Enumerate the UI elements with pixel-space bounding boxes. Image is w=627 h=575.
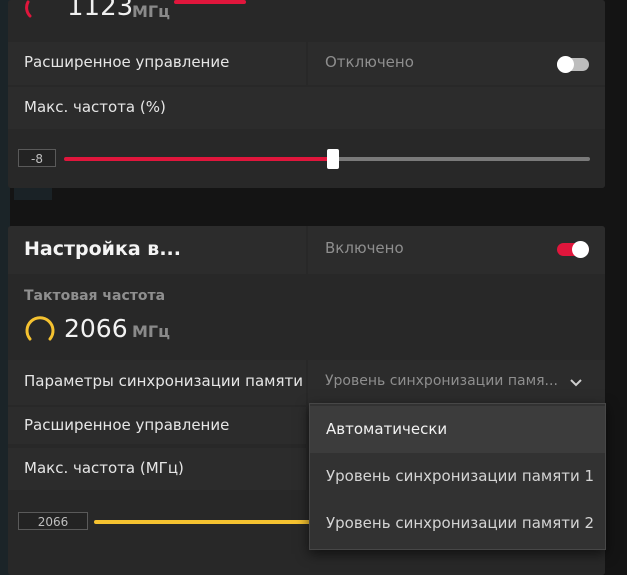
vram-clock-value: 2066 <box>64 314 128 343</box>
dropdown-option-level-1[interactable]: Уровень синхронизации памяти 1 <box>310 453 605 500</box>
vram-advanced-label-cell: Расширенное управление <box>8 407 306 444</box>
memory-timing-label: Параметры синхронизации памяти <box>24 372 304 390</box>
max-freq-label: Макс. частота (%) <box>24 98 166 116</box>
slider-fill <box>64 157 334 161</box>
background-strip <box>14 186 52 200</box>
vram-slider-fill <box>94 520 314 524</box>
clock-unit: МГц <box>132 2 170 21</box>
vram-max-freq-value-box[interactable]: 2066 <box>18 512 88 530</box>
vram-tuning-toggle[interactable] <box>557 241 589 258</box>
dropdown-option-auto[interactable]: Автоматически <box>310 406 605 453</box>
vram-advanced-control-label: Расширенное управление <box>24 416 230 434</box>
toggle-knob <box>557 56 574 73</box>
max-freq-row: Макс. частота (%) <box>8 87 605 129</box>
vram-max-freq-label-cell: Макс. частота (МГц) <box>8 448 306 490</box>
max-freq-slider-row: -8 <box>8 131 605 188</box>
advanced-control-label-cell: Расширенное управление <box>8 42 306 85</box>
memory-timing-select[interactable]: Уровень синхронизации памя... <box>308 360 605 405</box>
vram-title-cell: Настройка в... <box>8 226 306 274</box>
slider-thumb[interactable] <box>327 149 339 169</box>
gpu-tuning-card: 1123 МГц Расширенное управление Отключен… <box>8 0 605 188</box>
active-tab-indicator <box>174 0 246 4</box>
memory-timing-row: Параметры синхронизации памяти Уровень с… <box>8 360 605 405</box>
vram-clock-section: Тактовая частота 2066 МГц <box>8 276 605 360</box>
advanced-control-row: Расширенное управление Отключено <box>8 42 605 85</box>
gauge-icon <box>25 316 55 341</box>
gauge-icon <box>25 0 32 18</box>
memory-timing-selected: Уровень синхронизации памя... <box>325 373 558 389</box>
vram-status: Включено <box>325 239 404 257</box>
clock-section: 1123 МГц <box>8 0 605 42</box>
toggle-knob <box>572 241 589 258</box>
advanced-control-label: Расширенное управление <box>24 53 230 71</box>
advanced-control-toggle[interactable] <box>557 56 589 73</box>
advanced-control-status: Отключено <box>325 53 414 71</box>
vram-max-freq-label: Макс. частота (МГц) <box>24 459 184 477</box>
vram-clock-unit: МГц <box>132 322 170 341</box>
clock-label: Тактовая частота <box>24 288 166 304</box>
memory-timing-dropdown: Автоматически Уровень синхронизации памя… <box>309 403 606 550</box>
advanced-control-value-cell: Отключено <box>308 42 605 85</box>
vram-header-row: Настройка в... Включено <box>8 226 605 274</box>
slider-track[interactable] <box>334 157 590 161</box>
vram-title: Настройка в... <box>24 238 181 260</box>
max-freq-value-box[interactable]: -8 <box>18 149 56 167</box>
chevron-down-icon[interactable] <box>569 378 583 388</box>
dropdown-option-level-2[interactable]: Уровень синхронизации памяти 2 <box>310 500 605 547</box>
vram-status-cell: Включено <box>308 226 605 274</box>
memory-timing-label-cell: Параметры синхронизации памяти <box>8 360 306 405</box>
max-freq-label-cell: Макс. частота (%) <box>8 87 605 129</box>
clock-value: 1123 <box>67 0 134 22</box>
